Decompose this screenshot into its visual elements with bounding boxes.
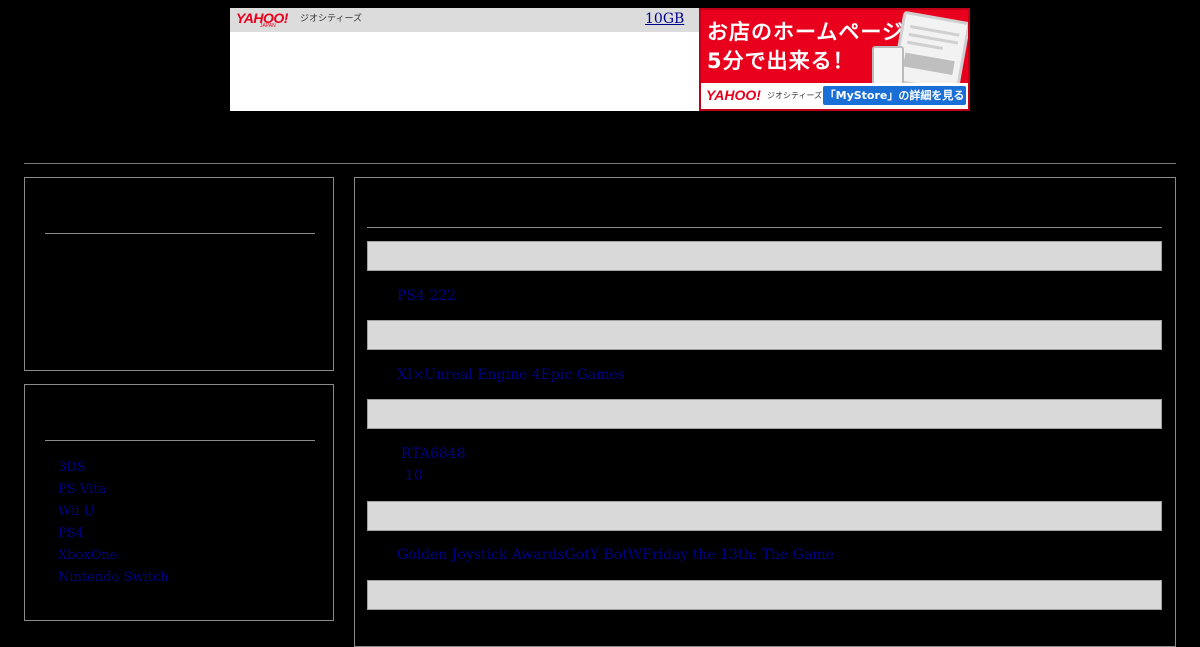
platform-item: XboxOne — [58, 545, 169, 567]
platform-link-ps4[interactable]: PS4 — [58, 526, 84, 541]
sidebar-box-1-divider — [45, 233, 315, 234]
platform-list: 3DS PS Vita Wii U PS4 XboxOne Nintendo S… — [58, 457, 169, 589]
sidebar-box-1 — [24, 177, 334, 371]
post-title-bar[interactable] — [367, 320, 1162, 350]
yahoo-footer-logo: YAHOO! — [706, 87, 761, 103]
ad-creative[interactable]: お店のホームページが 5分で出来る！ YAHOO! ジオシティーズ 「MySto… — [699, 8, 970, 111]
ad-topbar: YAHOO! JAPAN ジオシティーズ 10GB — [230, 8, 699, 32]
yahoo-logo-sub: JAPAN — [260, 23, 276, 29]
post-extra-text: 10 — [405, 468, 423, 484]
post-title-bar[interactable] — [367, 580, 1162, 610]
header-divider — [24, 163, 1176, 164]
platform-item: Wii U — [58, 501, 169, 523]
ad-storage-link[interactable]: 10GB — [645, 11, 684, 27]
platform-link-ps-vita[interactable]: PS Vita — [58, 482, 106, 497]
main-divider — [367, 227, 1162, 228]
platform-link-xboxone[interactable]: XboxOne — [58, 548, 117, 563]
platform-item: PS4 — [58, 523, 169, 545]
main-content: PS4 222 XI×Unreal Engine 4Epic Games RTA… — [354, 177, 1176, 647]
sidebar-box-2-divider — [45, 440, 315, 441]
post-link[interactable]: XI×Unreal Engine 4Epic Games — [397, 364, 625, 386]
platform-link-3ds[interactable]: 3DS — [58, 460, 86, 475]
ad-footer: YAHOO! ジオシティーズ 「MyStore」の詳細を見る — [701, 83, 968, 109]
mystore-details-button[interactable]: 「MyStore」の詳細を見る — [823, 86, 966, 105]
post-title-bar[interactable] — [367, 501, 1162, 531]
ad-headline-line1: お店のホームページが — [707, 20, 926, 44]
platform-link-nintendo-switch[interactable]: Nintendo Switch — [58, 570, 169, 585]
sidebar-box-platforms: 3DS PS Vita Wii U PS4 XboxOne Nintendo S… — [24, 384, 334, 621]
post-link[interactable]: RTA6848 — [401, 443, 466, 465]
post-title-bar[interactable] — [367, 399, 1162, 429]
ad-footer-brand: ジオシティーズ — [767, 91, 823, 100]
ad-banner[interactable]: YAHOO! JAPAN ジオシティーズ 10GB お店のホームページが 5分で… — [230, 8, 970, 111]
post-title-bar[interactable] — [367, 241, 1162, 271]
post-link[interactable]: PS4 222 — [397, 285, 456, 307]
platform-item: PS Vita — [58, 479, 169, 501]
platform-link-wii-u[interactable]: Wii U — [58, 504, 95, 519]
platform-item: Nintendo Switch — [58, 567, 169, 589]
ad-brand: ジオシティーズ — [300, 14, 363, 24]
platform-item: 3DS — [58, 457, 169, 479]
post-link[interactable]: Golden Joystick AwardsGotY BotWFriday th… — [397, 544, 834, 566]
